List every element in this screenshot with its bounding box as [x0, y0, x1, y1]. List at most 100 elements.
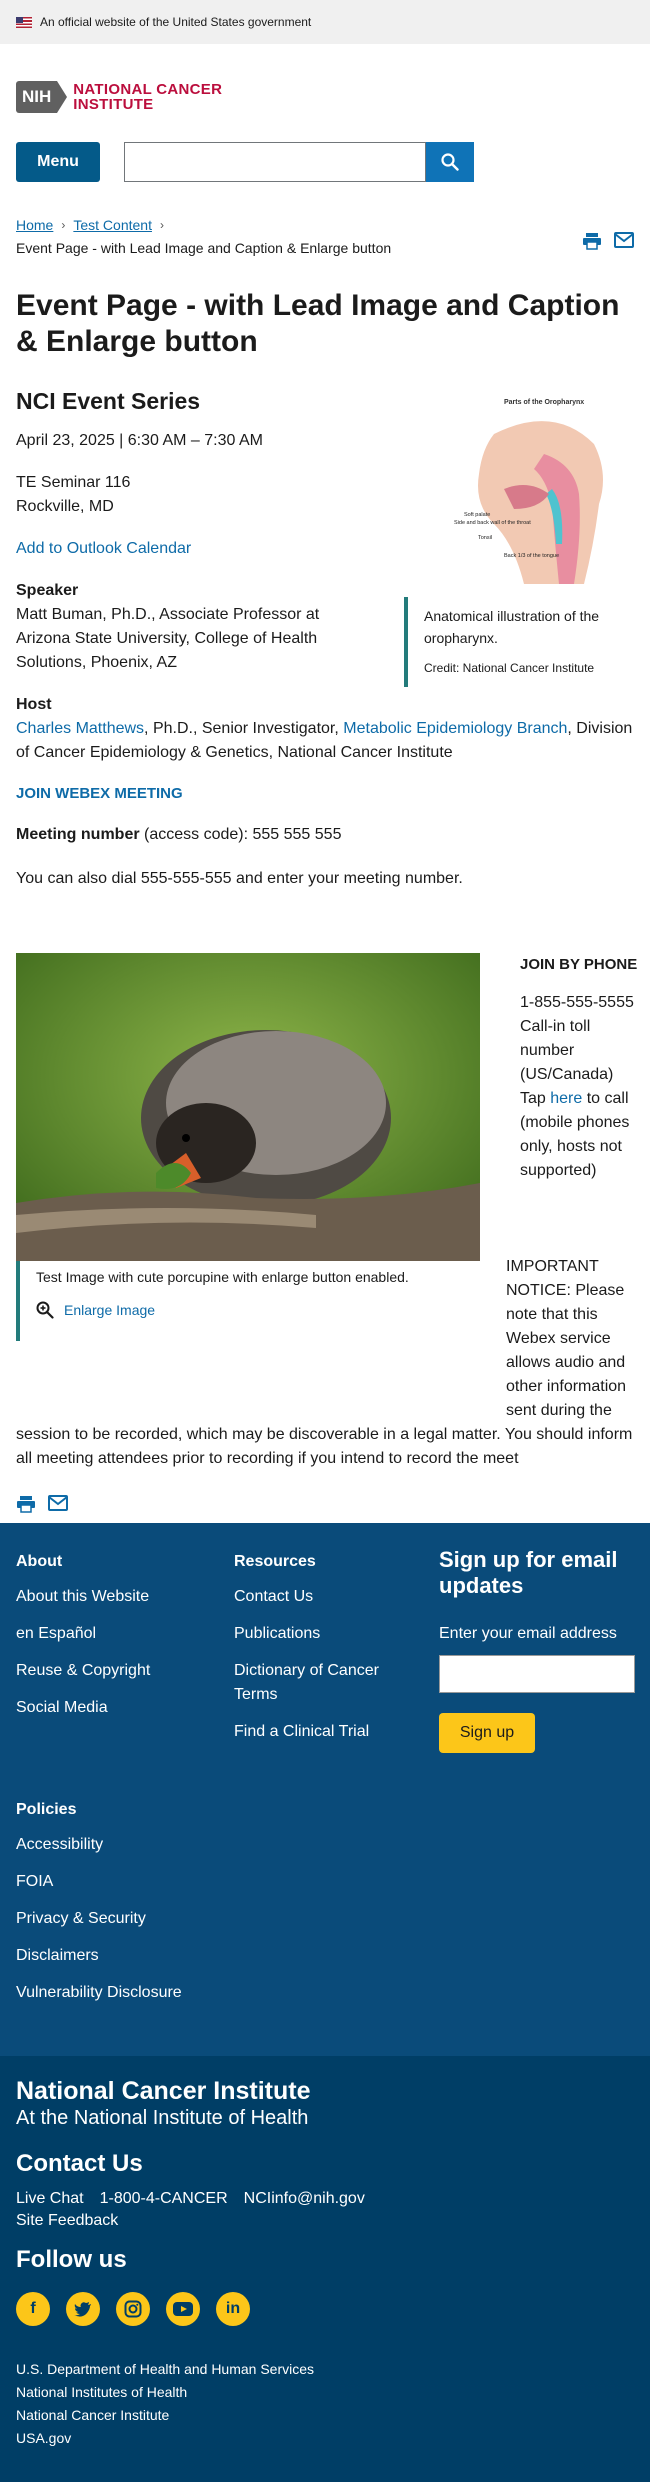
- email-link[interactable]: NCIinfo@nih.gov: [244, 2190, 365, 2208]
- oropharynx-caption-text: Anatomical illustration of the oropharyn…: [424, 608, 600, 646]
- label-side-back-wall: Side and back wall of the throat: [454, 520, 531, 526]
- nav-row: Menu: [16, 142, 634, 182]
- host-text: Charles Matthews, Ph.D., Senior Investig…: [16, 717, 634, 765]
- breadcrumb: Home › Test Content ›: [16, 216, 634, 234]
- footer-link[interactable]: Social Media: [16, 1696, 150, 1720]
- footer-link[interactable]: Contact Us: [234, 1585, 414, 1609]
- porcupine-image[interactable]: [16, 953, 480, 1261]
- email-signup: Sign up for email updates Enter your ema…: [439, 1547, 635, 1753]
- page-title: Event Page - with Lead Image and Caption…: [16, 289, 620, 358]
- footer-org-name: National Cancer Institute: [16, 2077, 311, 2105]
- linkedin-icon[interactable]: in: [216, 2292, 250, 2326]
- footer-link[interactable]: Find a Clinical Trial: [234, 1720, 414, 1744]
- youtube-icon[interactable]: [166, 2292, 200, 2326]
- twitter-icon[interactable]: [66, 2292, 100, 2326]
- footer-link[interactable]: Reuse & Copyright: [16, 1659, 150, 1683]
- footer-link[interactable]: Disclaimers: [16, 1944, 182, 1968]
- hhs-link[interactable]: U.S. Department of Health and Human Serv…: [16, 2358, 634, 2381]
- share-tools-top: [582, 232, 634, 250]
- breadcrumb-home[interactable]: Home: [16, 217, 53, 233]
- footer-link[interactable]: Publications: [234, 1622, 414, 1646]
- event-content: NCI Event Series April 23, 2025 | 6:30 A…: [0, 388, 650, 891]
- meeting-number-label: Meeting number: [16, 826, 140, 843]
- host-heading: Host: [16, 696, 52, 713]
- logo-text: NATIONAL CANCER INSTITUTE: [73, 82, 222, 112]
- email-icon[interactable]: [614, 232, 634, 248]
- footer-link[interactable]: Dictionary of Cancer Terms: [234, 1659, 414, 1707]
- oropharynx-image[interactable]: Parts of the Oropharynx Soft palate Side…: [434, 394, 624, 588]
- label-soft-palate: Soft palate: [464, 512, 490, 518]
- footer-secondary: National Cancer Institute At the Nationa…: [0, 2056, 650, 2482]
- search-icon: [441, 153, 459, 171]
- breadcrumb-current: Event Page - with Lead Image and Caption…: [16, 240, 392, 256]
- menu-button[interactable]: Menu: [16, 142, 100, 182]
- footer-link[interactable]: en Español: [16, 1622, 150, 1646]
- gov-banner-text: An official website of the United States…: [40, 15, 312, 29]
- nih-logo-box: NIH: [16, 81, 68, 113]
- phone-column: JOIN BY PHONE 1-855-555-5555 Call-in tol…: [520, 953, 638, 1183]
- share-tools-bottom: [0, 1471, 650, 1523]
- footer-primary: About About this Website en Español Reus…: [0, 1523, 650, 2056]
- footer-link[interactable]: Accessibility: [16, 1833, 182, 1857]
- nih-link[interactable]: National Institutes of Health: [16, 2381, 634, 2404]
- branch-link[interactable]: Metabolic Epidemiology Branch: [343, 720, 567, 737]
- signup-heading: Sign up for email updates: [439, 1547, 618, 1598]
- site-header: NIH NATIONAL CANCER INSTITUTE Menu: [0, 44, 650, 182]
- fig-image-title: Parts of the Oropharynx: [504, 399, 584, 406]
- site-feedback-link[interactable]: Site Feedback: [16, 2212, 118, 2229]
- contact-row: Live Chat 1-800-4-CANCER NCIinfo@nih.gov: [16, 2190, 634, 2208]
- footer-org-sub: At the National Institute of Health: [16, 2107, 309, 2129]
- oropharynx-figure: Parts of the Oropharynx Soft palate Side…: [404, 394, 634, 687]
- about-heading: About: [16, 1553, 63, 1570]
- search-button[interactable]: [426, 142, 474, 182]
- email-label: Enter your email address: [439, 1625, 617, 1642]
- us-flag-icon: [16, 16, 32, 28]
- print-icon[interactable]: [16, 1495, 36, 1513]
- nci-link[interactable]: National Cancer Institute: [16, 2404, 634, 2427]
- tap-here-link[interactable]: here: [550, 1090, 582, 1107]
- footer-link[interactable]: FOIA: [16, 1870, 182, 1894]
- usa-gov-link[interactable]: USA.gov: [16, 2427, 634, 2450]
- instagram-icon[interactable]: [116, 2292, 150, 2326]
- gov-banner: An official website of the United States…: [0, 0, 650, 44]
- tap-prefix: Tap: [520, 1090, 551, 1107]
- print-icon[interactable]: [582, 232, 602, 250]
- policies-heading: Policies: [16, 1801, 77, 1818]
- footer-link[interactable]: Privacy & Security: [16, 1907, 182, 1931]
- important-notice: IMPORTANT NOTICE: Please note that this …: [16, 1255, 634, 1471]
- live-chat-link[interactable]: Live Chat: [16, 2190, 84, 2208]
- join-webex-link[interactable]: JOIN WEBEX MEETING: [16, 785, 183, 802]
- oropharynx-caption: Anatomical illustration of the oropharyn…: [404, 597, 634, 687]
- logo-line1: NATIONAL CANCER: [73, 81, 223, 98]
- email-field[interactable]: [439, 1655, 635, 1693]
- chevron-right-icon: ›: [159, 218, 164, 232]
- add-to-calendar-link[interactable]: Add to Outlook Calendar: [16, 540, 191, 557]
- footer-link[interactable]: Vulnerability Disclosure: [16, 1981, 182, 2005]
- meeting-number-text: (access code): 555 555 555: [139, 826, 342, 843]
- chevron-right-icon: ›: [61, 218, 66, 232]
- facebook-icon[interactable]: f: [16, 2292, 50, 2326]
- search-input[interactable]: [124, 142, 426, 182]
- social-icons: f in: [16, 2292, 634, 2326]
- follow-heading: Follow us: [16, 2246, 127, 2273]
- host-title: , Ph.D., Senior Investigator,: [144, 720, 344, 737]
- label-tonsil: Tonsil: [478, 535, 492, 541]
- footer-link[interactable]: About this Website: [16, 1585, 150, 1609]
- nci-logo[interactable]: NIH NATIONAL CANCER INSTITUTE: [16, 80, 634, 114]
- contact-heading: Contact Us: [16, 2150, 143, 2177]
- footer-gov-links: U.S. Department of Health and Human Serv…: [16, 2358, 634, 2450]
- signup-button[interactable]: Sign up: [439, 1713, 535, 1753]
- breadcrumb-test-content[interactable]: Test Content: [73, 217, 152, 233]
- phone-link[interactable]: 1-800-4-CANCER: [100, 2190, 228, 2208]
- tap-to-call: Tap here to call (mobile phones only, ho…: [520, 1087, 638, 1183]
- dial-text: You can also dial 555-555-555 and enter …: [16, 870, 463, 887]
- breadcrumb-wrap: Home › Test Content › Event Page - with …: [0, 182, 650, 256]
- email-icon[interactable]: [48, 1495, 68, 1511]
- speaker-text: Matt Buman, Ph.D., Associate Professor a…: [16, 606, 320, 671]
- logo-line2: INSTITUTE: [73, 96, 154, 113]
- footer-resources: Resources Contact Us Publications Dictio…: [234, 1553, 414, 1757]
- host-name-link[interactable]: Charles Matthews: [16, 720, 144, 737]
- oropharynx-credit: Credit: National Cancer Institute: [424, 661, 595, 675]
- resources-heading: Resources: [234, 1553, 316, 1570]
- footer-policies: Policies Accessibility FOIA Privacy & Se…: [16, 1801, 182, 2018]
